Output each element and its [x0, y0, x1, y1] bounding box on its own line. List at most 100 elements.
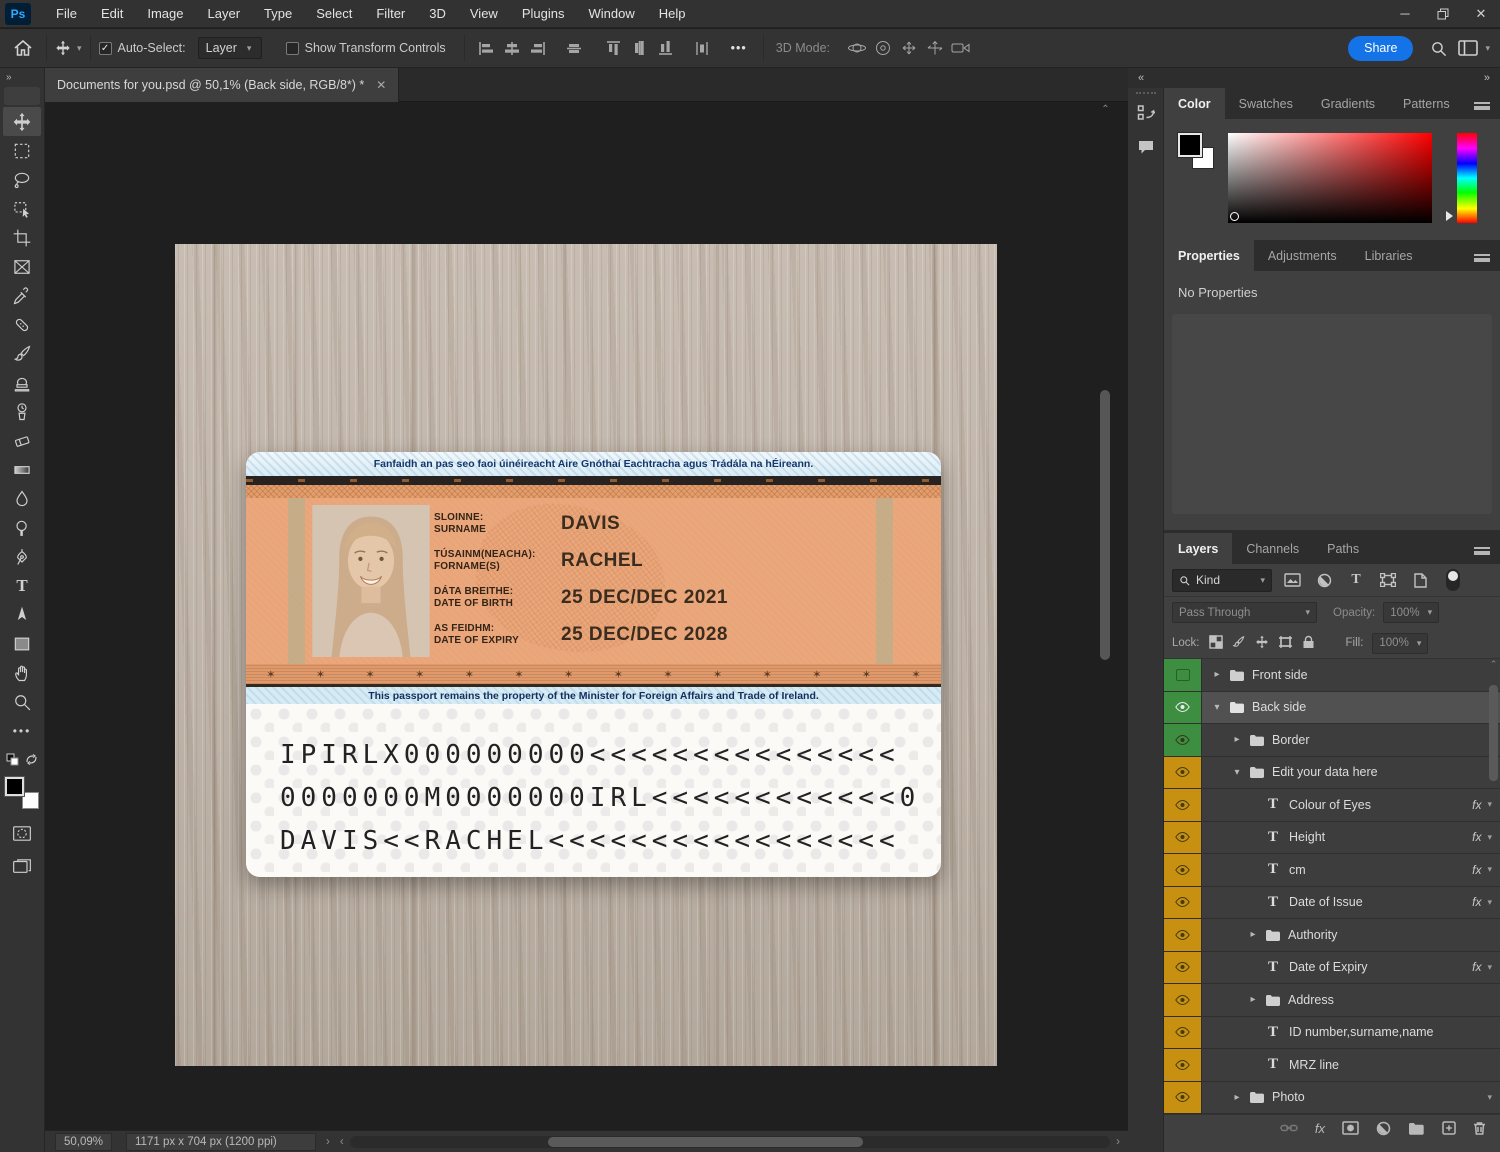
auto-select-option[interactable]: ✓ Auto-Select: — [98, 41, 186, 55]
comments-icon[interactable] — [1128, 130, 1164, 164]
visibility-toggle[interactable] — [1164, 1049, 1202, 1081]
menu-help[interactable]: Help — [648, 3, 697, 24]
layer-row-authority[interactable]: ▸ Authority — [1164, 919, 1500, 952]
layer-effects-badge[interactable]: fx — [1472, 895, 1481, 909]
tab-libraries[interactable]: Libraries — [1351, 240, 1427, 271]
close-icon[interactable]: ✕ — [1462, 0, 1500, 28]
visibility-toggle[interactable] — [1164, 789, 1202, 821]
expand-arrow-icon[interactable]: ▸ — [1212, 669, 1222, 680]
lock-position-icon[interactable] — [1255, 635, 1269, 652]
pen-tool[interactable] — [3, 542, 41, 571]
horizontal-scroll-thumb[interactable] — [547, 1136, 863, 1147]
status-expand-icon[interactable]: › — [326, 1136, 330, 1148]
visibility-toggle[interactable] — [1164, 919, 1202, 951]
visibility-toggle[interactable] — [1164, 984, 1202, 1016]
background-color-swatch[interactable] — [22, 792, 39, 809]
tab-properties[interactable]: Properties — [1164, 240, 1254, 271]
tab-paths[interactable]: Paths — [1313, 533, 1373, 564]
expand-arrow-icon[interactable]: ▸ — [1248, 994, 1258, 1005]
menu-file[interactable]: File — [45, 3, 88, 24]
clone-stamp-tool[interactable] — [3, 368, 41, 397]
filter-adjustment-layers-icon[interactable] — [1312, 569, 1336, 591]
zoom-level[interactable]: 50,09% — [55, 1132, 113, 1151]
add-layer-mask-icon[interactable] — [1342, 1121, 1359, 1135]
chevron-down-icon[interactable]: ▾ — [1485, 43, 1490, 54]
fill-value-box[interactable]: 100% ▾ — [1372, 632, 1429, 654]
align-middle-icon[interactable] — [561, 36, 587, 60]
3d-pan-icon[interactable] — [896, 36, 922, 60]
version-history-icon[interactable] — [1128, 96, 1164, 130]
align-bottom-edges-icon[interactable] — [653, 36, 679, 60]
layer-style-icon[interactable]: fx — [1315, 1121, 1325, 1136]
foreground-color-swatch[interactable] — [4, 776, 25, 797]
color-cursor[interactable] — [1230, 212, 1239, 221]
document-image[interactable]: Fanfaidh an pas seo faoi úinéireacht Air… — [175, 244, 997, 1066]
new-layer-icon[interactable] — [1442, 1121, 1456, 1135]
history-brush-tool[interactable] — [3, 397, 41, 426]
visibility-toggle[interactable] — [1164, 691, 1202, 723]
panel-menu-icon[interactable] — [1474, 254, 1490, 262]
layer-effects-badge[interactable]: fx — [1472, 960, 1481, 974]
gradient-tool[interactable] — [3, 455, 41, 484]
crop-tool[interactable] — [3, 223, 41, 252]
3d-orbit-icon[interactable] — [844, 36, 870, 60]
layers-list-scrollbar[interactable]: ⌃ — [1487, 659, 1500, 1114]
menu-window[interactable]: Window — [577, 3, 645, 24]
blur-tool[interactable] — [3, 484, 41, 513]
scroll-up-icon[interactable]: ⌃ — [1487, 659, 1500, 670]
layer-effects-badge[interactable]: fx — [1472, 863, 1481, 877]
path-selection-tool[interactable] — [3, 600, 41, 629]
menu-plugins[interactable]: Plugins — [511, 3, 576, 24]
menu-3d[interactable]: 3D — [418, 3, 457, 24]
layer-row-date-of-issue[interactable]: T Date of Issue fx ▾ — [1164, 886, 1500, 919]
new-adjustment-layer-icon[interactable] — [1376, 1121, 1391, 1136]
type-tool[interactable]: T — [3, 571, 41, 600]
restore-icon[interactable] — [1424, 0, 1462, 28]
dodge-tool[interactable] — [3, 513, 41, 542]
foreground-background-colors[interactable] — [4, 776, 39, 809]
align-top-edges-icon[interactable] — [601, 36, 627, 60]
3d-camera-icon[interactable] — [948, 36, 974, 60]
canvas-vertical-scrollbar[interactable]: ⌃ — [1098, 104, 1113, 1132]
lasso-tool[interactable] — [3, 165, 41, 194]
search-icon[interactable] — [1423, 35, 1453, 61]
saturation-brightness-field[interactable] — [1228, 133, 1432, 223]
expand-arrow-icon[interactable]: ▸ — [1232, 734, 1242, 745]
vertical-scroll-thumb[interactable] — [1100, 390, 1110, 660]
rectangular-marquee-tool[interactable] — [3, 136, 41, 165]
expand-tools-icon[interactable]: » — [0, 68, 44, 83]
scroll-right-icon[interactable]: › — [1116, 1136, 1120, 1148]
visibility-toggle[interactable] — [1164, 724, 1202, 756]
visibility-toggle[interactable] — [1164, 659, 1202, 691]
rectangle-tool[interactable] — [3, 629, 41, 658]
visibility-toggle[interactable] — [1164, 854, 1202, 886]
layer-effects-badge[interactable]: fx — [1472, 830, 1481, 844]
share-button[interactable]: Share — [1348, 35, 1414, 61]
spot-healing-brush-tool[interactable] — [3, 310, 41, 339]
toolbar-grip[interactable] — [4, 87, 40, 105]
menu-type[interactable]: Type — [253, 3, 303, 24]
3d-roll-icon[interactable] — [870, 36, 896, 60]
lock-pixels-icon[interactable] — [1232, 635, 1246, 652]
panel-menu-icon[interactable] — [1474, 547, 1490, 555]
distribute-horizontal-icon[interactable] — [689, 36, 715, 60]
default-colors-icon[interactable] — [6, 753, 19, 771]
align-vertical-centers-icon[interactable] — [627, 36, 653, 60]
layer-row-border[interactable]: ▸ Border — [1164, 724, 1500, 757]
lock-transparency-icon[interactable] — [1208, 634, 1223, 652]
layer-row-colour-of-eyes[interactable]: T Colour of Eyes fx ▾ — [1164, 789, 1500, 822]
passport-card[interactable]: Fanfaidh an pas seo faoi úinéireacht Air… — [246, 452, 941, 877]
layer-effects-badge[interactable]: fx — [1472, 798, 1481, 812]
menu-edit[interactable]: Edit — [90, 3, 134, 24]
layer-row-mrz-line[interactable]: T MRZ line — [1164, 1049, 1500, 1082]
opacity-value-box[interactable]: 100% ▾ — [1383, 602, 1440, 623]
collapse-arrow-icon[interactable]: ▾ — [1232, 767, 1242, 778]
minimize-icon[interactable]: ─ — [1386, 0, 1424, 28]
visibility-toggle[interactable] — [1164, 821, 1202, 853]
visibility-toggle[interactable] — [1164, 1016, 1202, 1048]
color-panel-swatches[interactable] — [1177, 132, 1214, 169]
collapse-arrow-icon[interactable]: ▾ — [1212, 702, 1222, 713]
layer-row-date-of-expiry[interactable]: T Date of Expiry fx ▾ — [1164, 951, 1500, 984]
frame-tool[interactable] — [3, 252, 41, 281]
link-layers-icon[interactable] — [1280, 1122, 1298, 1134]
